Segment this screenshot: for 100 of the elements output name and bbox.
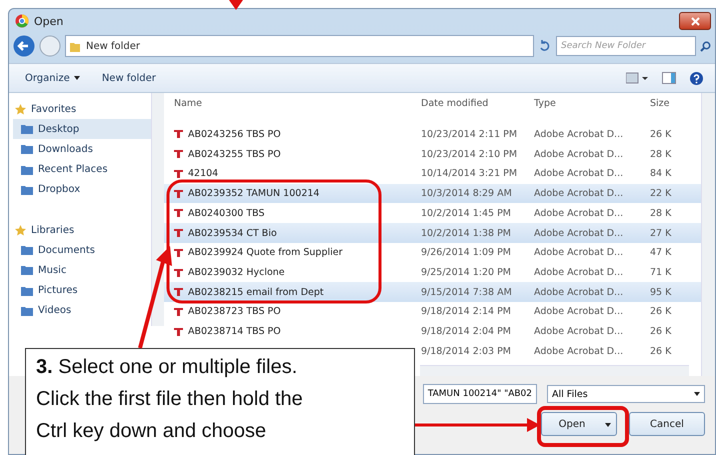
folder-icon (21, 144, 33, 154)
close-icon (690, 16, 700, 26)
column-header[interactable]: Type (534, 98, 650, 110)
file-type-dropdown[interactable]: All Files (547, 385, 705, 403)
sidebar-item[interactable]: Desktop (13, 119, 151, 140)
size-cell-text: 71 K (650, 267, 672, 278)
file-name: AB0238714 TBS PO (188, 326, 281, 338)
date-cell-text: 9/15/2014 7:38 AM (421, 286, 513, 298)
sidebar-item[interactable]: Pictures (13, 280, 151, 301)
type-cell-text: Adobe Acrobat D... (534, 247, 624, 258)
file-row[interactable]: AB0239534 CT Bio 10/2/2014 1:38 PM Adobe Acrobat D... 27 K (164, 223, 701, 243)
type-cell-text: Adobe Acrobat D... (534, 286, 624, 298)
search-field[interactable]: Search New Folder (556, 36, 696, 56)
pdf-file-icon (174, 190, 183, 198)
file-row[interactable]: 42104 10/14/2014 3:21 PM Adobe Acrobat D... 84 K (164, 164, 701, 184)
file-row[interactable]: AB0239924 Quote from Supplier 9/26/2014 1:09 PM Adobe Acrobat D... 47 K (164, 242, 701, 263)
type-cell-text: Adobe Acrobat D... (534, 168, 624, 180)
folder-icon (21, 164, 33, 175)
pdf-file-icon (174, 150, 183, 158)
type-cell-text: Adobe Acrobat D... (534, 188, 624, 200)
file-name: AB0239352 TAMUN 100214 (188, 188, 320, 200)
size-cell-text: 26 K (650, 306, 672, 318)
file-name: AB0239032 Hyclone (188, 267, 285, 278)
star-icon (15, 224, 26, 236)
view-options-icon[interactable] (626, 72, 648, 84)
file-name-field[interactable]: TAMUN 100214" "AB02 (422, 384, 537, 404)
folder-icon (21, 184, 33, 195)
scrollbar[interactable] (701, 93, 715, 376)
type-cell-text: Adobe Acrobat D... (534, 148, 624, 160)
help-icon[interactable] (690, 72, 703, 84)
pdf-file-icon (174, 288, 183, 296)
search-icon (700, 40, 711, 52)
sidebar-item[interactable]: Recent Places (13, 160, 151, 180)
size-cell-text: 95 K (650, 286, 672, 298)
date-cell-text: 10/23/2014 2:10 PM (421, 148, 518, 160)
file-row[interactable]: AB0238215 email from Dept 9/15/2014 7:38 AM Adobe Acrobat D... 95 K (164, 282, 701, 302)
app-logo-icon (15, 14, 29, 28)
size-cell-text: 47 K (650, 247, 672, 258)
file-row[interactable]: AB0238714 TBS PO 9/18/2014 2:04 PM Adobe Acrobat D... 26 K (164, 322, 701, 342)
sidebar-group[interactable]: Favorites (13, 99, 151, 120)
horizontal-scrollbar[interactable] (420, 365, 689, 376)
column-header[interactable]: Name (174, 98, 421, 110)
size-cell-text: 26 K (650, 326, 672, 338)
folder-icon (21, 245, 33, 256)
date-cell-text: 9/26/2014 1:09 PM (421, 247, 512, 258)
sidebar-item[interactable]: Downloads (13, 139, 151, 160)
folder-icon (70, 40, 80, 52)
sidebar-item[interactable]: Music (13, 260, 151, 280)
date-cell-text: 10/23/2014 2:11 PM (421, 128, 518, 140)
back-button[interactable] (13, 35, 35, 57)
column-header[interactable]: Size (650, 98, 694, 110)
organize-menu[interactable]: Organize (21, 70, 84, 86)
size-cell-text: 28 K (650, 208, 672, 219)
pdf-file-icon (174, 209, 183, 218)
date-cell-text: 10/3/2014 8:29 AM (421, 188, 513, 200)
file-name: AB0243256 TBS PO (188, 128, 281, 140)
star-icon (15, 104, 26, 115)
file-row[interactable]: AB0243256 TBS PO 10/23/2014 2:11 PM Adobe Acrobat D... 26 K (164, 124, 701, 144)
file-row[interactable]: AB0243255 TBS PO 10/23/2014 2:10 PM Adobe Acrobat D... 28 K (164, 144, 701, 164)
type-cell-text: Adobe Acrobat D... (534, 346, 624, 357)
arrow-down (229, 0, 243, 10)
file-name: AB0238215 email from Dept (188, 286, 324, 298)
preview-pane-icon[interactable] (662, 72, 676, 84)
file-row[interactable]: AB0239352 TAMUN 100214 10/3/2014 8:29 AM Adobe Acrobat D... 22 K (164, 184, 701, 204)
file-row[interactable]: AB0239032 Hyclone 9/25/2014 1:20 PM Adobe Acrobat D... 71 K (164, 262, 701, 282)
date-cell-text: 9/18/2014 2:04 PM (421, 326, 512, 338)
file-row[interactable]: AB0240300 TBS 10/2/2014 1:45 PM Adobe Acrobat D... 28 K (164, 203, 701, 224)
date-cell-text: 9/18/2014 2:03 PM (421, 346, 512, 357)
close-button[interactable] (679, 12, 711, 30)
size-cell-text: 84 K (650, 168, 672, 180)
sidebar-group[interactable]: Libraries (13, 220, 151, 240)
file-row[interactable]: AB0238723 TBS PO 9/18/2014 2:14 PM Adobe Acrobat D... 26 K (164, 302, 701, 322)
window-title: Open (34, 14, 64, 28)
scrollbar[interactable] (151, 93, 164, 326)
date-cell-text: 10/2/2014 1:45 PM (421, 208, 512, 219)
breadcrumb-item[interactable]: New folder (86, 40, 140, 52)
cancel-button[interactable]: Cancel (629, 412, 705, 436)
address-bar[interactable]: New folder (65, 35, 534, 57)
pdf-file-icon (174, 248, 183, 257)
size-cell-text: 26 K (650, 346, 672, 357)
pdf-file-icon (174, 308, 183, 316)
sidebar-item[interactable]: Videos (13, 300, 151, 321)
sidebar-item[interactable]: Documents (13, 240, 151, 260)
type-cell-text: Adobe Acrobat D... (534, 208, 624, 219)
sidebar-item[interactable]: Dropbox (13, 180, 151, 200)
new-folder-button[interactable]: New folder (98, 70, 160, 86)
date-cell-text: 10/2/2014 1:38 PM (421, 228, 512, 239)
pdf-file-icon (174, 328, 183, 336)
folder-icon (21, 265, 33, 276)
file-name: AB0239924 Quote from Supplier (188, 247, 343, 258)
pdf-file-icon (174, 229, 183, 238)
file-name: AB0240300 TBS (188, 208, 265, 219)
open-button[interactable]: Open (541, 412, 617, 436)
type-cell-text: Adobe Acrobat D... (534, 267, 624, 278)
size-cell-text: 26 K (650, 128, 672, 140)
date-cell-text: 9/25/2014 1:20 PM (421, 267, 512, 278)
column-header[interactable]: Date modified (421, 98, 534, 110)
size-cell-text: 22 K (650, 188, 672, 200)
refresh-icon[interactable] (538, 39, 552, 53)
type-cell-text: Adobe Acrobat D... (534, 228, 624, 239)
